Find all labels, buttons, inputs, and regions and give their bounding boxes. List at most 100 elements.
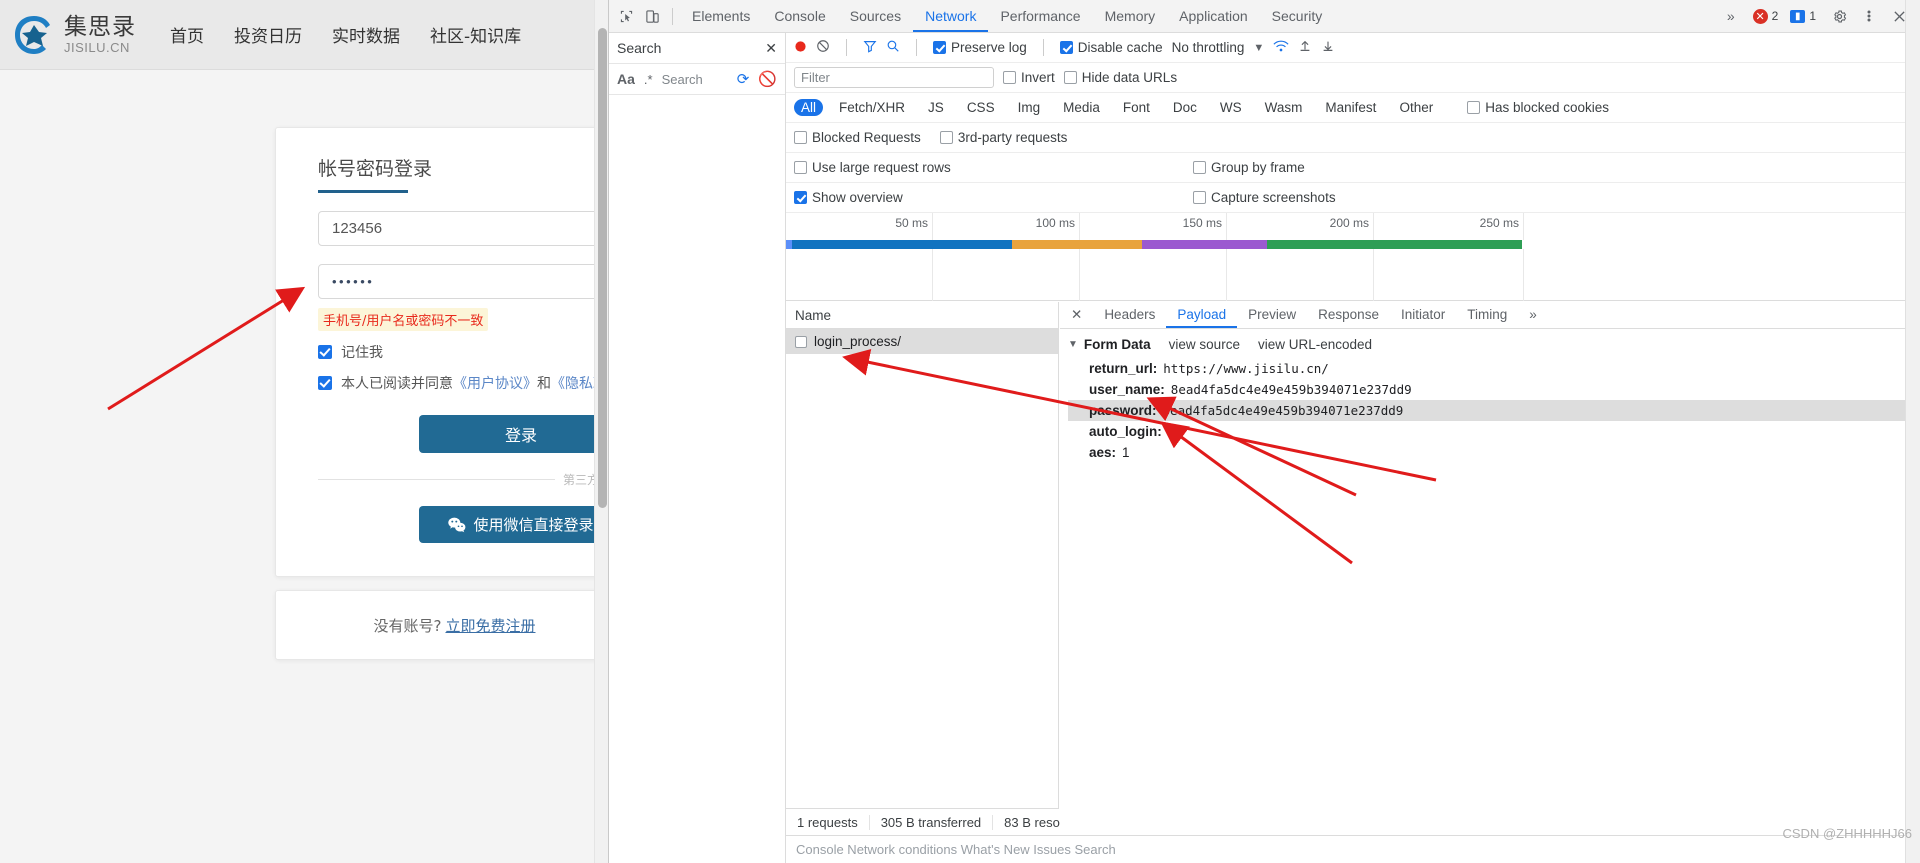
nav-item-community[interactable]: 社区-知识库 [430,22,521,47]
show-overview-toggle[interactable]: Show overview [794,190,1184,205]
form-data-row[interactable]: password: 8ead4fa5dc4e49e459b394071e237d… [1068,400,1920,421]
tab-memory[interactable]: Memory [1093,0,1168,32]
collapse-triangle-icon[interactable]: ▼ [1068,339,1078,350]
chevron-down-icon[interactable]: ▼ [1253,42,1264,54]
site-logo[interactable]: 集思录 JISILU.CN [12,13,136,57]
view-url-encoded-link[interactable]: view URL-encoded [1258,337,1372,352]
detail-close-icon[interactable]: ✕ [1060,302,1093,328]
detail-tab-initiator[interactable]: Initiator [1390,302,1456,328]
type-filter-fetch-xhr[interactable]: Fetch/XHR [832,99,912,116]
register-link[interactable]: 立即免费注册 [445,615,535,636]
hide-data-urls-checkbox[interactable] [1063,71,1077,84]
tab-security[interactable]: Security [1260,0,1335,32]
group-by-frame-toggle[interactable]: Group by frame [1193,160,1305,175]
export-har-icon[interactable] [1321,39,1335,56]
view-source-link[interactable]: view source [1169,337,1240,352]
form-data-header[interactable]: ▼ Form Data view source view URL-encoded [1068,337,1920,352]
page-scrollbar[interactable] [594,0,608,863]
type-filter-js[interactable]: JS [921,99,951,116]
request-list-header[interactable]: Name [786,302,1058,329]
table-row[interactable]: login_process/ [786,329,1058,354]
devtools-scrollbar[interactable] [1905,0,1920,863]
detail-tab-headers[interactable]: Headers [1093,302,1166,328]
type-filter-font[interactable]: Font [1116,99,1157,116]
record-icon[interactable] [794,40,807,56]
has-blocked-cookies-toggle[interactable]: Has blocked cookies [1467,100,1609,115]
third-party-requests-checkbox[interactable] [939,131,953,144]
type-filter-media[interactable]: Media [1056,99,1107,116]
has-blocked-cookies-checkbox[interactable] [1467,101,1481,114]
console-drawer[interactable]: Console Network conditions What's New Is… [786,835,1920,863]
network-conditions-icon[interactable] [1273,39,1289,56]
type-filter-other[interactable]: Other [1392,99,1440,116]
filter-input[interactable]: Filter [794,67,994,88]
form-data-row[interactable]: return_url: https://www.jisilu.cn/ [1068,358,1920,379]
import-har-icon[interactable] [1298,39,1312,56]
warning-count-badge[interactable]: ▮ 1 [1788,8,1822,24]
type-filter-img[interactable]: Img [1011,99,1048,116]
use-large-request-rows-checkbox[interactable] [794,161,807,174]
form-data-row[interactable]: auto_login: 1 [1068,421,1920,442]
hide-data-urls-toggle[interactable]: Hide data URLs [1063,70,1177,85]
type-filter-doc[interactable]: Doc [1166,99,1204,116]
capture-screenshots-checkbox[interactable] [1193,191,1206,204]
tab-network[interactable]: Network [913,0,988,32]
user-agreement-link[interactable]: 《用户协议》 [453,373,537,393]
third-party-requests-toggle[interactable]: 3rd-party requests [939,130,1067,145]
detail-tab-payload[interactable]: Payload [1166,302,1237,328]
nav-item-realtime[interactable]: 实时数据 [332,22,400,47]
inspect-element-icon[interactable] [613,3,639,29]
tab-sources[interactable]: Sources [838,0,913,32]
type-filter-wasm[interactable]: Wasm [1258,99,1310,116]
more-tabs-icon[interactable]: » [1715,0,1747,32]
detail-tab-response[interactable]: Response [1307,302,1390,328]
username-input[interactable]: 123456 [318,211,608,246]
disable-cache-checkbox[interactable] [1059,41,1073,54]
throttling-select[interactable]: No throttling [1172,40,1245,55]
type-filter-all[interactable]: All [794,99,824,116]
device-toolbar-icon[interactable] [639,3,665,29]
settings-gear-icon[interactable] [1826,3,1852,29]
tab-elements[interactable]: Elements [680,0,762,32]
search-input[interactable]: Search [662,72,703,87]
invert-checkbox[interactable] [1003,71,1016,84]
show-overview-checkbox[interactable] [794,191,807,204]
login-tab[interactable]: 帐号密码登录 [318,154,583,193]
detail-tab-timing[interactable]: Timing [1456,302,1518,328]
type-filter-ws[interactable]: WS [1213,99,1249,116]
nav-item-home[interactable]: 首页 [170,22,204,47]
tab-performance[interactable]: Performance [988,0,1092,32]
filter-icon[interactable] [863,39,877,56]
detail-tabs-more-icon[interactable]: » [1518,302,1548,328]
search-close-icon[interactable]: ✕ [765,40,777,57]
remember-me-row[interactable]: 记住我 [318,342,583,362]
nav-item-calendar[interactable]: 投资日历 [234,22,302,47]
detail-tab-preview[interactable]: Preview [1237,302,1307,328]
network-overview-timeline[interactable]: 50 ms 100 ms 150 ms 200 ms 250 ms [786,213,1920,301]
capture-screenshots-toggle[interactable]: Capture screenshots [1193,190,1336,205]
disable-cache-toggle[interactable]: Disable cache [1059,40,1163,55]
agreement-checkbox[interactable] [318,376,332,390]
form-data-row[interactable]: user_name: 8ead4fa5dc4e49e459b394071e237… [1068,379,1920,400]
blocked-requests-checkbox[interactable] [794,131,807,144]
search-icon[interactable] [886,39,900,56]
type-filter-manifest[interactable]: Manifest [1318,99,1383,116]
remember-me-checkbox[interactable] [318,345,332,359]
type-filter-css[interactable]: CSS [960,99,1002,116]
preserve-log-toggle[interactable]: Preserve log [933,40,1027,55]
refresh-icon[interactable]: ⟳ [737,70,750,88]
form-data-row[interactable]: aes: 1 [1068,442,1920,463]
login-submit-button[interactable]: 登录 [419,415,608,453]
agreement-row[interactable]: 本人已阅读并同意《用户协议》和《隐私政策》 [318,373,608,393]
page-scrollbar-thumb[interactable] [598,28,607,508]
wechat-login-button[interactable]: 使用微信直接登录 [419,506,608,543]
password-input[interactable]: •••••• [318,264,608,299]
preserve-log-checkbox[interactable] [933,41,946,54]
tab-application[interactable]: Application [1167,0,1260,32]
match-case-icon[interactable]: Aa [617,71,635,87]
error-count-badge[interactable]: ✕ 2 [1751,8,1785,25]
use-large-request-rows-toggle[interactable]: Use large request rows [794,160,1184,175]
tab-console[interactable]: Console [762,0,837,32]
regex-icon[interactable]: .* [644,72,653,87]
clear-icon[interactable]: 🚫 [758,70,777,88]
